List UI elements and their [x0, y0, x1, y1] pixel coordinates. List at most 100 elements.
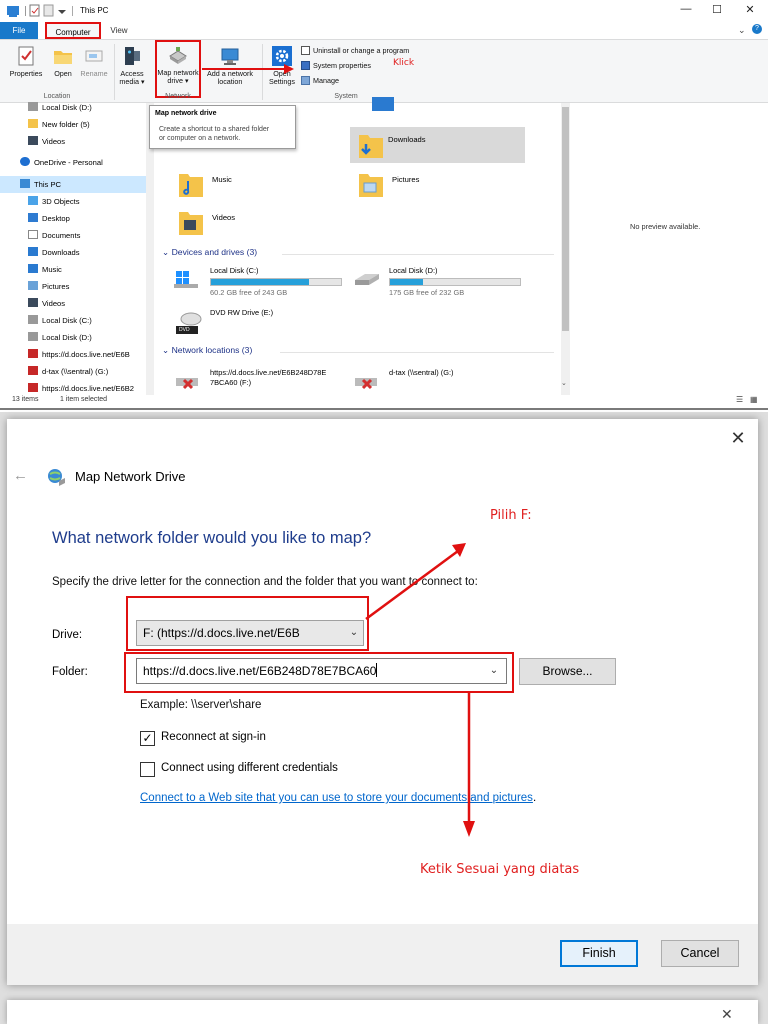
- map-drive-label-2: drive ▾: [167, 76, 189, 85]
- open-button[interactable]: Open: [50, 43, 76, 93]
- minimize-icon[interactable]: —: [671, 3, 701, 19]
- nav-item-new-folder[interactable]: New folder (5): [0, 116, 146, 133]
- drive-icon: [28, 332, 38, 341]
- disconnected-drive-icon: [28, 349, 38, 358]
- properties-button[interactable]: Properties: [4, 43, 48, 93]
- dialog-heading: What network folder would you like to ma…: [52, 529, 372, 547]
- reconnect-label[interactable]: Reconnect at sign-in: [161, 731, 266, 743]
- chevron-down-icon[interactable]: ⌄: [483, 660, 505, 682]
- nav-label: Music: [42, 265, 62, 274]
- nav-item-network-f[interactable]: https://d.docs.live.net/E6B: [0, 346, 146, 363]
- nav-label: Local Disk (C:): [42, 316, 92, 325]
- tab-view[interactable]: View: [104, 22, 134, 39]
- nav-item-3d-objects[interactable]: 3D Objects: [0, 193, 146, 210]
- folder-tile-pictures[interactable]: Pictures: [358, 169, 508, 205]
- network-drive-icon: [169, 47, 187, 64]
- finish-button[interactable]: Finish: [560, 940, 638, 967]
- different-credentials-checkbox[interactable]: [140, 762, 155, 777]
- nav-item-pictures[interactable]: Pictures: [0, 278, 146, 295]
- manage-button[interactable]: Manage: [301, 75, 339, 89]
- chevron-down-icon[interactable]: ⌄: [561, 379, 567, 387]
- annotation-arrow: [463, 693, 475, 837]
- nav-item-network-g[interactable]: d-tax (\\sentral) (G:): [0, 363, 146, 380]
- cancel-button[interactable]: Cancel: [661, 940, 739, 967]
- close-icon[interactable]: ✕: [735, 3, 765, 19]
- drive-label: Drive:: [52, 629, 83, 641]
- tab-computer[interactable]: Computer: [45, 22, 101, 39]
- drive-tile-d[interactable]: Local Disk (D:) 175 GB free of 232 GB: [353, 266, 533, 302]
- desktop-icon: [28, 213, 38, 222]
- devices-section-header[interactable]: ⌄ Devices and drives (3): [162, 247, 257, 258]
- folder-icon: [372, 97, 394, 111]
- folder-tile-music[interactable]: Music: [178, 169, 328, 205]
- nav-item-local-disk-d-2[interactable]: Local Disk (D:): [0, 329, 146, 346]
- rename-icon: [85, 50, 103, 62]
- nav-label: https://d.docs.live.net/E6B2: [42, 384, 135, 393]
- folder-tile-videos[interactable]: Videos: [178, 207, 328, 243]
- tab-file[interactable]: File: [0, 22, 38, 39]
- details-view-icon[interactable]: ☰: [736, 395, 743, 404]
- folder-open-icon: [54, 51, 72, 64]
- different-credentials-label[interactable]: Connect using different credentials: [161, 762, 338, 774]
- tooltip-line-2: or computer on a network.: [159, 135, 241, 142]
- dvd-badge: DVD: [179, 327, 190, 333]
- status-selected: 1 item selected: [60, 396, 108, 403]
- nav-label: Videos: [42, 299, 66, 308]
- nav-item-local-disk-c[interactable]: Local Disk (C:): [0, 312, 146, 329]
- nav-label: OneDrive - Personal: [34, 158, 103, 167]
- rename-button[interactable]: Rename: [78, 43, 110, 93]
- network-location-name-2: 7BCA60 (F:): [210, 378, 252, 387]
- download-icon: [28, 247, 38, 256]
- system-properties-icon: [301, 61, 310, 70]
- properties-icon: [18, 46, 34, 66]
- status-item-count: 13 items: [12, 396, 39, 403]
- document-icon: [28, 230, 38, 239]
- close-icon[interactable]: ✕: [727, 427, 749, 449]
- map-network-drive-button[interactable]: Map network drive ▾: [155, 40, 201, 98]
- nav-item-videos[interactable]: Videos: [0, 295, 146, 312]
- reconnect-checkbox[interactable]: ✓: [140, 731, 155, 746]
- drive-letter-select[interactable]: F: (https://d.docs.live.net/E6B: [136, 620, 364, 646]
- section-divider: [282, 254, 554, 255]
- maximize-icon[interactable]: ☐: [702, 3, 732, 19]
- nav-item-this-pc[interactable]: This PC: [0, 176, 146, 193]
- system-properties-button[interactable]: System properties: [301, 60, 371, 74]
- drive-tile-dvd[interactable]: DVD DVD RW Drive (E:): [174, 308, 354, 344]
- properties-label: Properties: [9, 69, 43, 78]
- browse-button[interactable]: Browse...: [519, 658, 616, 685]
- nav-item-local-disk-d[interactable]: Local Disk (D:): [0, 99, 146, 116]
- ribbon-tabs: File Computer View ⌄ ?: [0, 22, 768, 39]
- tiles-view-icon[interactable]: ▦: [750, 395, 758, 404]
- scroll-thumb[interactable]: [562, 107, 569, 331]
- uninstall-label: Uninstall or change a program: [313, 46, 410, 55]
- quick-access-toolbar[interactable]: [6, 4, 70, 18]
- drive-icon: [28, 315, 38, 324]
- access-media-button[interactable]: Access media ▾: [116, 43, 148, 93]
- nav-label: This PC: [34, 180, 62, 189]
- nav-item-music[interactable]: Music: [0, 261, 146, 278]
- uninstall-program-button[interactable]: Uninstall or change a program: [301, 45, 409, 59]
- back-arrow-icon[interactable]: ←: [13, 467, 31, 485]
- manage-icon: [301, 76, 310, 85]
- preview-message: No preview available.: [630, 222, 701, 231]
- folder-tile-downloads[interactable]: Downloads: [350, 127, 525, 163]
- drive-icon: [355, 274, 379, 285]
- download-folder-icon: [359, 135, 383, 158]
- nav-item-downloads[interactable]: Downloads: [0, 244, 146, 261]
- network-section-header[interactable]: ⌄ Network locations (3): [162, 345, 252, 356]
- chevron-down-icon[interactable]: ⌄: [344, 620, 364, 646]
- content-scrollbar[interactable]: ⌄: [561, 103, 570, 395]
- nav-item-desktop[interactable]: Desktop: [0, 210, 146, 227]
- nav-item-onedrive[interactable]: OneDrive - Personal: [0, 154, 146, 171]
- ribbon-separator: [114, 44, 115, 100]
- nav-item-videos-quick[interactable]: Videos: [0, 133, 146, 150]
- help-icon[interactable]: ?: [752, 24, 762, 34]
- drive-tile-c[interactable]: Local Disk (C:) 60.2 GB free of 243 GB: [174, 266, 354, 302]
- nav-item-documents[interactable]: Documents: [0, 227, 146, 244]
- disconnected-network-drive-icon: [176, 378, 198, 390]
- folder-path-input[interactable]: https://d.docs.live.net/E6B248D78E7BCA60: [136, 658, 507, 684]
- close-icon[interactable]: ✕: [721, 1006, 733, 1023]
- chevron-down-icon[interactable]: ⌄: [738, 25, 746, 36]
- section-divider: [280, 352, 554, 353]
- windows-drive-icon: [174, 271, 198, 288]
